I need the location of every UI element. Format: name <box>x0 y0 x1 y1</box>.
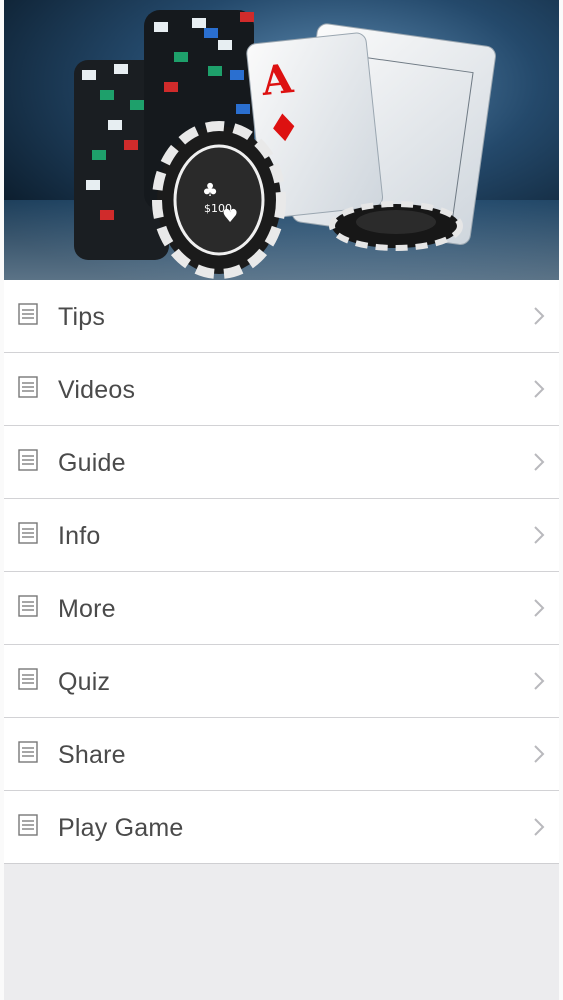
svg-text:♦: ♦ <box>265 104 303 151</box>
chevron-right-icon <box>534 745 545 763</box>
menu-item-videos[interactable]: Videos <box>4 352 559 425</box>
app-screen: A ♣ A ♦ ♣ ♥ $100 <box>4 0 559 1000</box>
main-menu-list: Tips Videos Guide Info More Quiz Share P… <box>4 280 559 864</box>
menu-item-guide[interactable]: Guide <box>4 425 559 498</box>
document-icon <box>18 522 38 544</box>
menu-item-share[interactable]: Share <box>4 717 559 790</box>
menu-item-play-game[interactable]: Play Game <box>4 790 559 863</box>
menu-item-more[interactable]: More <box>4 571 559 644</box>
document-icon <box>18 303 38 325</box>
chevron-right-icon <box>534 307 545 325</box>
menu-item-label: Tips <box>58 303 106 331</box>
menu-item-quiz[interactable]: Quiz <box>4 644 559 717</box>
document-icon <box>18 595 38 617</box>
menu-item-label: Play Game <box>58 814 184 842</box>
menu-item-info[interactable]: Info <box>4 498 559 571</box>
document-icon <box>18 741 38 763</box>
document-icon <box>18 449 38 471</box>
chevron-right-icon <box>534 818 545 836</box>
menu-item-label: Guide <box>58 449 126 477</box>
document-icon <box>18 814 38 836</box>
poker-chips-and-aces-image: A ♣ A ♦ ♣ ♥ $100 <box>4 0 559 280</box>
menu-item-tips[interactable]: Tips <box>4 280 559 352</box>
document-icon <box>18 376 38 398</box>
menu-item-label: Info <box>58 522 101 550</box>
svg-text:$100: $100 <box>204 202 232 215</box>
svg-text:♣: ♣ <box>202 180 218 201</box>
menu-item-label: Quiz <box>58 668 111 696</box>
chevron-right-icon <box>534 599 545 617</box>
svg-text:A: A <box>258 55 296 105</box>
right-edge <box>559 0 563 1000</box>
menu-item-label: Share <box>58 741 126 769</box>
chevron-right-icon <box>534 672 545 690</box>
chevron-right-icon <box>534 526 545 544</box>
chevron-right-icon <box>534 453 545 471</box>
chevron-right-icon <box>534 380 545 398</box>
hero-banner: A ♣ A ♦ ♣ ♥ $100 <box>4 0 559 280</box>
menu-item-label: Videos <box>58 376 136 404</box>
menu-item-label: More <box>58 595 116 623</box>
document-icon <box>18 668 38 690</box>
